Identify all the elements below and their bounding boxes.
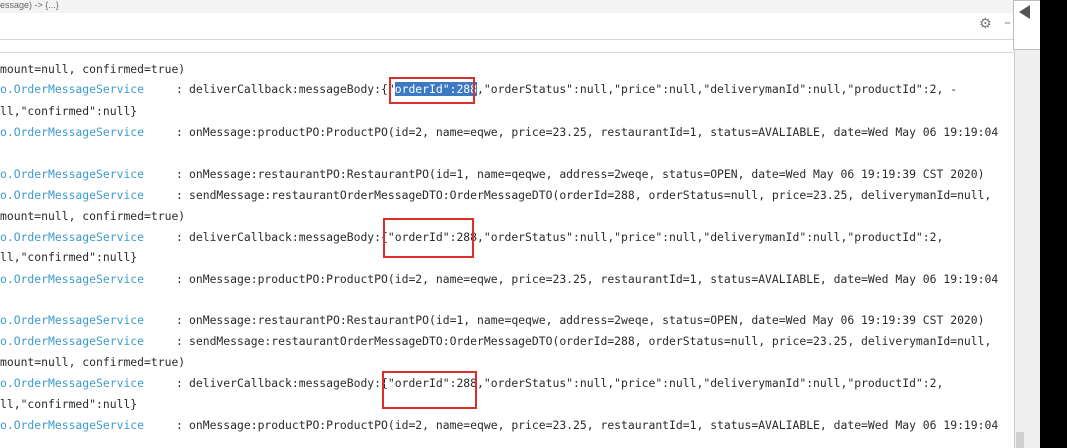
log-source-class[interactable]: o.OrderMessageService: [0, 229, 144, 245]
log-message: ll,"confirmed":null}: [0, 250, 138, 264]
log-line: o.OrderMessageService: onMessage:productP…: [0, 417, 1014, 433]
log-message: deliverCallback:messageBody:{"orderId":2…: [189, 376, 944, 390]
collapse-arrow-icon[interactable]: [1019, 5, 1030, 19]
log-continuation-line: [0, 291, 1014, 307]
breadcrumb-text: essage) -> {...}: [0, 0, 59, 10]
log-separator: :: [176, 167, 183, 181]
log-continuation-line: mount=null, confirmed=true): [0, 208, 1014, 224]
log-separator: :: [176, 125, 183, 139]
log-continuation-line: mount=null, confirmed=true): [0, 354, 1014, 370]
breadcrumb-bar: essage) -> {...}: [0, 0, 1014, 13]
log-separator: :: [176, 188, 183, 202]
log-message-part: ,"orderStatus":null,"price":null,"delive…: [477, 82, 958, 96]
log-source-class[interactable]: o.OrderMessageService: [0, 375, 144, 391]
log-message: mount=null, confirmed=true): [0, 209, 186, 223]
log-message: onMessage:productPO:ProductPO(id=2, name…: [189, 125, 999, 139]
log-source-class[interactable]: o.OrderMessageService: [0, 312, 144, 328]
console-toolbar: ⚙ –: [0, 13, 1014, 40]
log-message: onMessage:restaurantPO:RestaurantPO(id=1…: [189, 167, 985, 181]
log-source-class[interactable]: o.OrderMessageService: [0, 271, 144, 287]
log-source-class[interactable]: o.OrderMessageService: [0, 124, 144, 140]
side-panel: [1013, 0, 1041, 448]
log-line: o.OrderMessageService: deliverCallback:me…: [0, 375, 1014, 391]
minimize-icon[interactable]: –: [1004, 15, 1011, 31]
log-source-class[interactable]: o.OrderMessageService: [0, 417, 144, 433]
log-separator: :: [176, 376, 183, 390]
log-message-part: deliverCallback:messageBody:{": [189, 82, 395, 96]
log-line: o.OrderMessageService: deliverCallback:me…: [0, 229, 1014, 245]
log-separator: :: [176, 334, 183, 348]
log-message: deliverCallback:messageBody:{"orderId":2…: [189, 230, 944, 244]
log-line: o.OrderMessageService: onMessage:productP…: [0, 124, 1014, 140]
log-continuation-line: ll,"confirmed":null}: [0, 396, 1014, 412]
log-message: mount=null, confirmed=true): [0, 62, 186, 76]
log-line: o.OrderMessageService: onMessage:restaura…: [0, 312, 1014, 328]
log-message: deliverCallback:messageBody:{"orderId":2…: [189, 81, 957, 97]
console-output[interactable]: mount=null, confirmed=true) o.OrderMessag…: [0, 58, 1014, 448]
log-continuation-line: ll,"confirmed":null}: [0, 103, 1014, 119]
log-separator: :: [176, 272, 183, 286]
log-line: o.OrderMessageService: sendMessage:restau…: [0, 187, 1014, 203]
log-source-class[interactable]: o.OrderMessageService: [0, 166, 144, 182]
log-message: onMessage:productPO:ProductPO(id=2, name…: [189, 418, 999, 432]
divider: [0, 52, 1014, 53]
log-message: sendMessage:restaurantOrderMessageDTO:Or…: [189, 188, 992, 202]
log-separator: :: [176, 313, 183, 327]
log-line: o.OrderMessageService: sendMessage:restau…: [0, 333, 1014, 349]
log-continuation-line: mount=null, confirmed=true): [0, 61, 1014, 77]
log-line: o.OrderMessageService: onMessage:productP…: [0, 271, 1014, 287]
log-message: ll,"confirmed":null}: [0, 397, 138, 411]
log-separator: :: [176, 230, 183, 244]
log-message: ll,"confirmed":null}: [0, 104, 138, 118]
gear-icon[interactable]: ⚙: [979, 16, 992, 32]
log-message: onMessage:productPO:ProductPO(id=2, name…: [189, 272, 999, 286]
log-message: mount=null, confirmed=true): [0, 355, 186, 369]
screen-edge: [1040, 0, 1067, 448]
log-continuation-line: [0, 146, 1014, 162]
log-source-class[interactable]: o.OrderMessageService: [0, 333, 144, 349]
scrollbar-thumb[interactable]: [1016, 432, 1024, 448]
log-continuation-line: ll,"confirmed":null}: [0, 249, 1014, 265]
log-separator: :: [176, 418, 183, 432]
log-source-class[interactable]: o.OrderMessageService: [0, 81, 144, 97]
log-line: o.OrderMessageService: deliverCallback:me…: [0, 81, 1014, 97]
collapse-tab[interactable]: [1013, 0, 1041, 50]
selected-text[interactable]: orderId":288: [394, 82, 478, 96]
log-separator: :: [176, 82, 183, 96]
log-source-class[interactable]: o.OrderMessageService: [0, 187, 144, 203]
log-message: onMessage:restaurantPO:RestaurantPO(id=1…: [189, 313, 985, 327]
log-message: sendMessage:restaurantOrderMessageDTO:Or…: [189, 334, 992, 348]
log-line: o.OrderMessageService: onMessage:restaura…: [0, 166, 1014, 182]
